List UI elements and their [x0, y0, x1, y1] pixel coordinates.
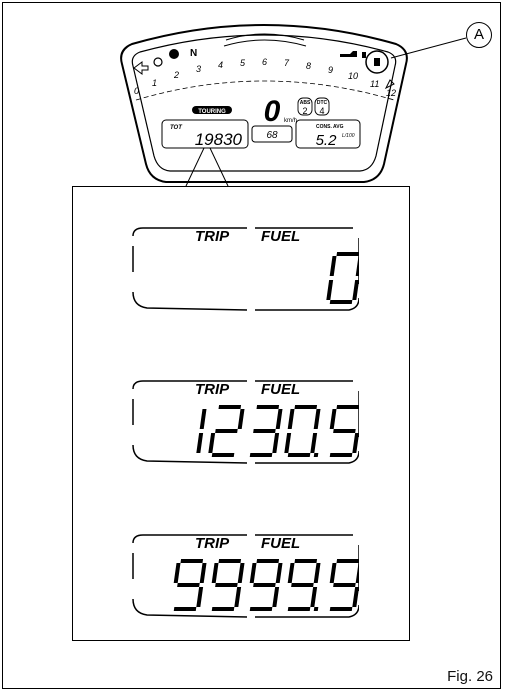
digit-segment [333, 583, 356, 587]
trip-fuel-detail: TRIP FUEL TRIP FUEL TRIP FUEL [72, 186, 410, 641]
digit-segment [329, 409, 337, 429]
digit-segment [199, 409, 207, 429]
digit-segment [177, 583, 200, 587]
digit-segment [211, 607, 235, 611]
trip-fuel-value [196, 405, 359, 457]
digit-segment [329, 563, 337, 583]
digit-segment [355, 563, 359, 583]
digit-segment [313, 563, 321, 583]
digit-segment [256, 405, 280, 409]
digit-segment [287, 409, 295, 429]
digit-segment [249, 607, 273, 611]
figure-caption: Fig. 26 [447, 668, 493, 685]
digit-segment [196, 433, 204, 453]
digit-segment [249, 453, 273, 457]
digit-segment [211, 453, 235, 457]
digit-segment [329, 300, 353, 304]
decimal-point [313, 607, 319, 611]
digit-segment [329, 607, 353, 611]
digit-segment [196, 587, 204, 607]
segment-digits [196, 405, 359, 457]
digit-segment [199, 563, 207, 583]
digit-segment [249, 563, 257, 583]
digit-segment [173, 607, 197, 611]
digit-segment [180, 559, 204, 563]
digit-segment [218, 405, 242, 409]
digit-segment [287, 453, 311, 457]
digit-segment [352, 280, 359, 300]
digit-segment [310, 433, 318, 453]
digit-segment [173, 563, 181, 583]
digit-segment [326, 280, 334, 300]
digit-segment [208, 433, 216, 453]
callout-a: A [466, 22, 492, 48]
digit-segment [237, 563, 245, 583]
segment-digits [173, 559, 359, 611]
digit-segment [355, 256, 359, 276]
digit-segment [336, 559, 359, 563]
digit-segment [272, 587, 280, 607]
digit-segment [291, 583, 314, 587]
digit-segment [218, 559, 242, 563]
digit-segment [329, 453, 353, 457]
digit-segment [253, 583, 276, 587]
trip-fuel-value [326, 252, 359, 304]
digit-segment [352, 587, 359, 607]
digit-segment [287, 563, 295, 583]
digit-segment [253, 429, 276, 433]
digit-segment [329, 256, 337, 276]
digit-segment [215, 583, 238, 587]
digit-segment [211, 563, 219, 583]
digit-segment [294, 405, 318, 409]
digit-segment [352, 433, 359, 453]
digit-segment [256, 559, 280, 563]
digit-segment [313, 409, 321, 429]
lcd-panel: TRIP FUEL [129, 224, 360, 316]
lcd-panel: TRIP FUEL [129, 531, 360, 623]
digit-segment [336, 405, 359, 409]
decimal-point [313, 453, 319, 457]
digit-segment [215, 429, 238, 433]
digit-segment [234, 587, 242, 607]
digit-segment [287, 607, 311, 611]
digit-segment [284, 433, 292, 453]
digit-segment [336, 252, 359, 256]
segment-digits [326, 252, 359, 304]
trip-fuel-value [173, 559, 359, 611]
digit-segment [310, 587, 318, 607]
digit-segment [275, 563, 283, 583]
digit-segment [237, 409, 245, 429]
lcd-panel: TRIP FUEL [129, 377, 360, 469]
digit-segment [275, 409, 283, 429]
digit-segment [333, 429, 356, 433]
digit-segment [294, 559, 318, 563]
digit-segment [272, 433, 280, 453]
